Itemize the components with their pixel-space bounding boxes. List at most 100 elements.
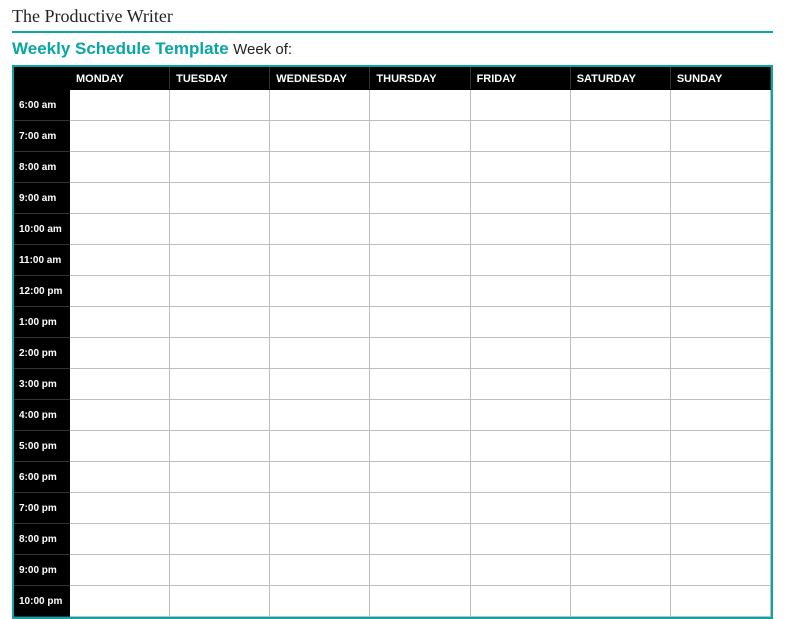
schedule-cell[interactable] bbox=[270, 214, 370, 245]
schedule-cell[interactable] bbox=[170, 400, 270, 431]
schedule-cell[interactable] bbox=[170, 152, 270, 183]
schedule-cell[interactable] bbox=[170, 121, 270, 152]
schedule-cell[interactable] bbox=[570, 586, 670, 617]
schedule-cell[interactable] bbox=[70, 493, 170, 524]
schedule-cell[interactable] bbox=[370, 307, 470, 338]
schedule-cell[interactable] bbox=[170, 369, 270, 400]
schedule-cell[interactable] bbox=[670, 462, 770, 493]
schedule-cell[interactable] bbox=[370, 431, 470, 462]
schedule-cell[interactable] bbox=[670, 493, 770, 524]
schedule-cell[interactable] bbox=[170, 555, 270, 586]
schedule-cell[interactable] bbox=[170, 276, 270, 307]
schedule-cell[interactable] bbox=[670, 90, 770, 121]
schedule-cell[interactable] bbox=[470, 90, 570, 121]
schedule-cell[interactable] bbox=[470, 183, 570, 214]
schedule-cell[interactable] bbox=[470, 400, 570, 431]
schedule-cell[interactable] bbox=[170, 493, 270, 524]
schedule-cell[interactable] bbox=[370, 214, 470, 245]
schedule-cell[interactable] bbox=[370, 555, 470, 586]
schedule-cell[interactable] bbox=[370, 462, 470, 493]
schedule-cell[interactable] bbox=[270, 524, 370, 555]
schedule-cell[interactable] bbox=[370, 400, 470, 431]
schedule-cell[interactable] bbox=[470, 493, 570, 524]
schedule-cell[interactable] bbox=[370, 369, 470, 400]
schedule-cell[interactable] bbox=[70, 338, 170, 369]
schedule-cell[interactable] bbox=[370, 586, 470, 617]
schedule-cell[interactable] bbox=[70, 121, 170, 152]
schedule-cell[interactable] bbox=[570, 493, 670, 524]
schedule-cell[interactable] bbox=[570, 90, 670, 121]
schedule-cell[interactable] bbox=[370, 276, 470, 307]
schedule-cell[interactable] bbox=[70, 586, 170, 617]
schedule-cell[interactable] bbox=[270, 307, 370, 338]
schedule-cell[interactable] bbox=[570, 183, 670, 214]
schedule-cell[interactable] bbox=[670, 214, 770, 245]
schedule-cell[interactable] bbox=[670, 152, 770, 183]
schedule-cell[interactable] bbox=[470, 214, 570, 245]
schedule-cell[interactable] bbox=[670, 307, 770, 338]
schedule-cell[interactable] bbox=[270, 462, 370, 493]
schedule-cell[interactable] bbox=[570, 524, 670, 555]
schedule-cell[interactable] bbox=[570, 462, 670, 493]
schedule-cell[interactable] bbox=[270, 369, 370, 400]
schedule-cell[interactable] bbox=[170, 586, 270, 617]
schedule-cell[interactable] bbox=[70, 90, 170, 121]
schedule-cell[interactable] bbox=[570, 152, 670, 183]
schedule-cell[interactable] bbox=[670, 276, 770, 307]
schedule-cell[interactable] bbox=[170, 338, 270, 369]
schedule-cell[interactable] bbox=[570, 276, 670, 307]
schedule-cell[interactable] bbox=[570, 555, 670, 586]
schedule-cell[interactable] bbox=[470, 152, 570, 183]
schedule-cell[interactable] bbox=[270, 90, 370, 121]
schedule-cell[interactable] bbox=[670, 121, 770, 152]
schedule-cell[interactable] bbox=[570, 431, 670, 462]
schedule-cell[interactable] bbox=[470, 586, 570, 617]
schedule-cell[interactable] bbox=[470, 431, 570, 462]
schedule-cell[interactable] bbox=[270, 400, 370, 431]
schedule-cell[interactable] bbox=[670, 524, 770, 555]
schedule-cell[interactable] bbox=[170, 524, 270, 555]
schedule-cell[interactable] bbox=[170, 214, 270, 245]
schedule-cell[interactable] bbox=[470, 307, 570, 338]
schedule-cell[interactable] bbox=[670, 555, 770, 586]
schedule-cell[interactable] bbox=[470, 276, 570, 307]
schedule-cell[interactable] bbox=[570, 245, 670, 276]
schedule-cell[interactable] bbox=[270, 152, 370, 183]
schedule-cell[interactable] bbox=[70, 183, 170, 214]
schedule-cell[interactable] bbox=[370, 493, 470, 524]
schedule-cell[interactable] bbox=[570, 121, 670, 152]
schedule-cell[interactable] bbox=[470, 555, 570, 586]
schedule-cell[interactable] bbox=[270, 493, 370, 524]
schedule-cell[interactable] bbox=[570, 307, 670, 338]
schedule-cell[interactable] bbox=[570, 338, 670, 369]
schedule-cell[interactable] bbox=[70, 431, 170, 462]
schedule-cell[interactable] bbox=[470, 338, 570, 369]
schedule-cell[interactable] bbox=[270, 555, 370, 586]
schedule-cell[interactable] bbox=[670, 245, 770, 276]
schedule-cell[interactable] bbox=[170, 90, 270, 121]
schedule-cell[interactable] bbox=[670, 369, 770, 400]
schedule-cell[interactable] bbox=[370, 338, 470, 369]
schedule-cell[interactable] bbox=[670, 400, 770, 431]
schedule-cell[interactable] bbox=[70, 400, 170, 431]
schedule-cell[interactable] bbox=[370, 183, 470, 214]
schedule-cell[interactable] bbox=[70, 524, 170, 555]
schedule-cell[interactable] bbox=[370, 245, 470, 276]
schedule-cell[interactable] bbox=[670, 183, 770, 214]
schedule-cell[interactable] bbox=[170, 183, 270, 214]
schedule-cell[interactable] bbox=[70, 245, 170, 276]
schedule-cell[interactable] bbox=[170, 462, 270, 493]
schedule-cell[interactable] bbox=[470, 524, 570, 555]
schedule-cell[interactable] bbox=[370, 524, 470, 555]
schedule-cell[interactable] bbox=[270, 586, 370, 617]
schedule-cell[interactable] bbox=[470, 121, 570, 152]
schedule-cell[interactable] bbox=[70, 276, 170, 307]
schedule-cell[interactable] bbox=[270, 276, 370, 307]
schedule-cell[interactable] bbox=[170, 431, 270, 462]
schedule-cell[interactable] bbox=[570, 214, 670, 245]
schedule-cell[interactable] bbox=[470, 369, 570, 400]
schedule-cell[interactable] bbox=[670, 338, 770, 369]
schedule-cell[interactable] bbox=[270, 183, 370, 214]
schedule-cell[interactable] bbox=[70, 555, 170, 586]
schedule-cell[interactable] bbox=[570, 400, 670, 431]
